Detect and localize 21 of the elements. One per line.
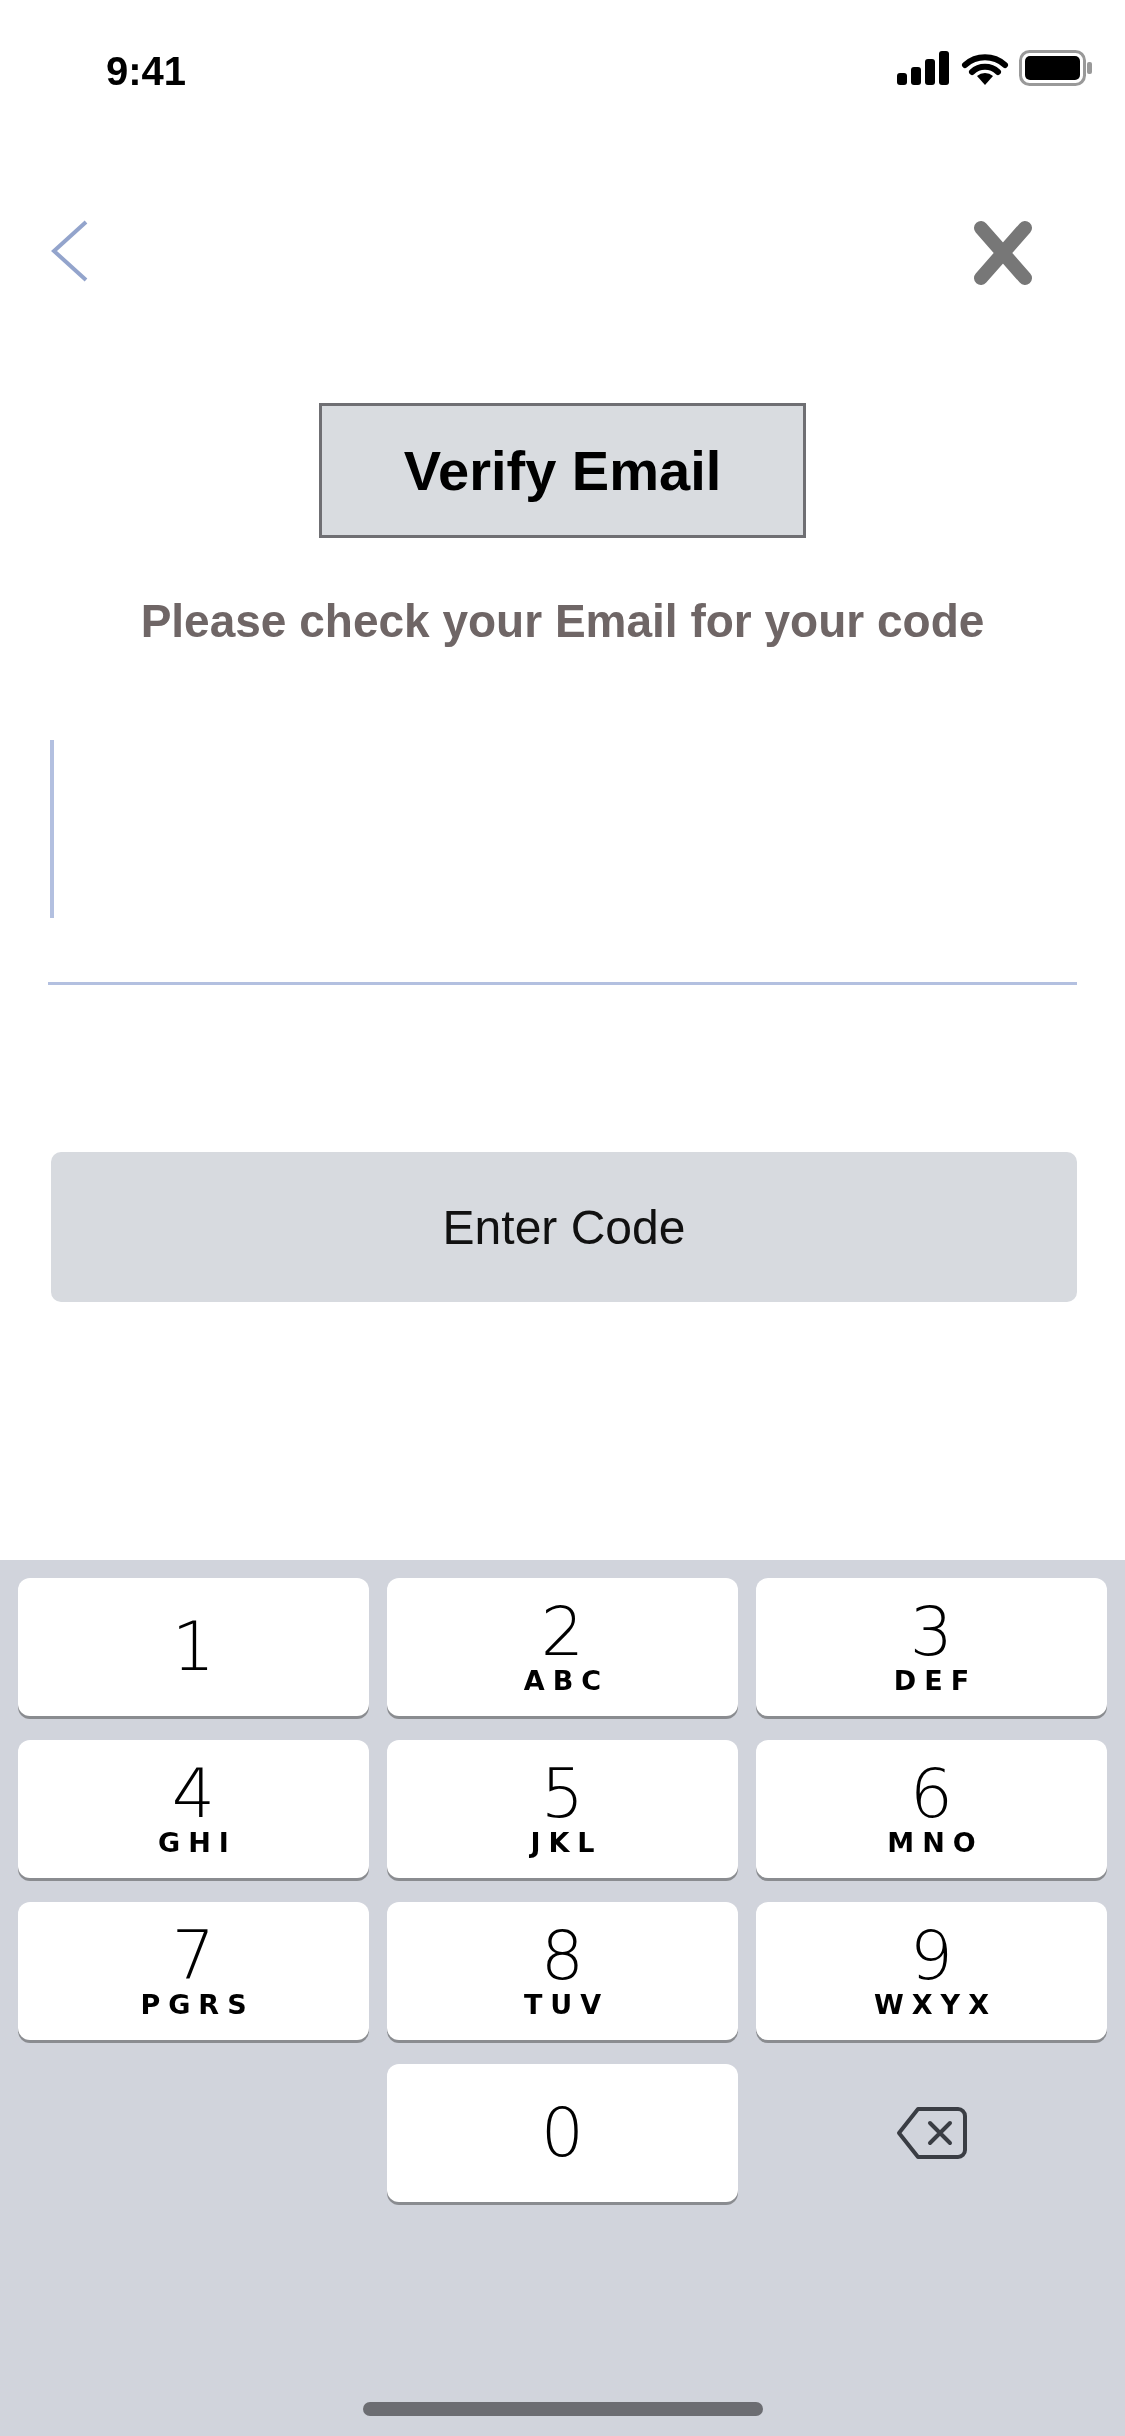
signal-icon (897, 51, 951, 85)
keypad-key[interactable]: 2 ABC (387, 1578, 738, 1716)
keypad-key[interactable]: 9 WXYX (756, 1902, 1107, 2040)
page-title: Verify Email (319, 403, 806, 538)
enter-code-button[interactable]: Enter Code (51, 1152, 1077, 1302)
keypad-key[interactable]: 7 PGRS (18, 1902, 369, 2040)
battery-icon (1019, 50, 1093, 86)
keypad-key[interactable]: 0 (387, 2064, 738, 2202)
instruction-text: Please check your Email for your code (139, 594, 986, 648)
wifi-icon (961, 51, 1009, 85)
keypad-key[interactable]: 3 DEF (756, 1578, 1107, 1716)
back-icon[interactable] (50, 220, 90, 282)
keypad-key[interactable]: 1 (18, 1578, 369, 1716)
keypad-key[interactable]: 5 JKL (387, 1740, 738, 1878)
keypad-key[interactable]: 4 GHI (18, 1740, 369, 1878)
keypad-key[interactable]: 8 TUV (387, 1902, 738, 2040)
status-time: 9:41 (106, 48, 187, 94)
close-icon[interactable] (973, 220, 1033, 286)
keypad-key[interactable]: 6 MNO (756, 1740, 1107, 1878)
backspace-icon[interactable] (895, 2106, 968, 2160)
code-field[interactable] (48, 740, 1077, 985)
